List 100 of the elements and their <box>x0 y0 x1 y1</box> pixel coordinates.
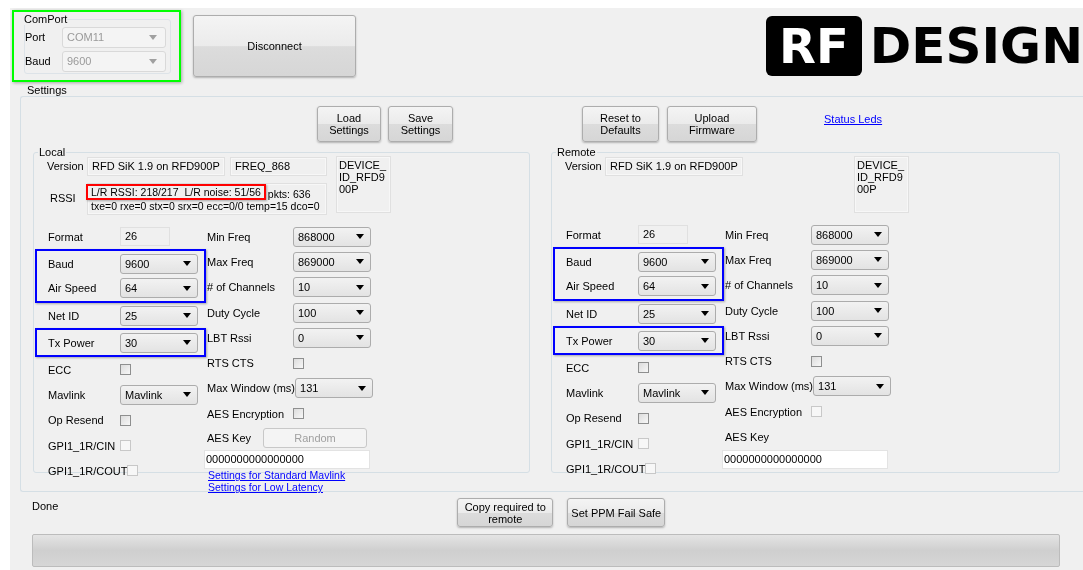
settings-button[interactable]: Save Settings <box>388 106 453 142</box>
dropdown[interactable]: 131 <box>813 376 891 397</box>
field-label: RTS CTS <box>207 357 255 370</box>
version-field: RFD SiK 1.9 on RFD900P <box>87 157 225 176</box>
rssi-highlight: L/R RSSI: 218/217 L/R noise: 51/56 <box>86 184 266 200</box>
group-title: Settings <box>27 84 68 96</box>
dropdown[interactable]: Mavlink <box>120 384 198 405</box>
field-label: GPI1_1R/COUT <box>566 462 646 475</box>
settings-button[interactable]: Load Settings <box>317 106 381 142</box>
field-label: Format <box>566 228 602 241</box>
checkbox[interactable] <box>638 362 649 374</box>
field-label: Max Freq <box>725 253 773 266</box>
caret-icon <box>356 310 364 316</box>
caret-icon <box>874 232 882 238</box>
field-label: Port <box>25 31 47 43</box>
rssi-text: pkts: 636 <box>267 187 311 200</box>
disconnect-button[interactable]: Disconnect <box>193 15 356 77</box>
frequency-field: FREQ_868 <box>230 157 327 176</box>
caret-icon <box>701 311 709 317</box>
caret-icon <box>701 390 709 396</box>
checkbox[interactable] <box>120 364 131 376</box>
field-label: Duty Cycle <box>207 306 262 319</box>
field-label: Min Freq <box>725 228 770 241</box>
field-label: Air Speed <box>48 282 98 295</box>
checkbox[interactable] <box>811 355 822 367</box>
key-field[interactable]: 0000000000000000 <box>722 450 888 470</box>
field-label: AES Key <box>207 432 253 445</box>
caret-icon <box>149 58 157 64</box>
settings-link[interactable]: Settings for Low Latency <box>208 481 323 494</box>
dropdown[interactable]: 868000 <box>293 226 371 247</box>
field-label: Max Window (ms) <box>725 380 813 393</box>
dropdown[interactable]: 9600 <box>638 251 716 272</box>
field-label: GPI1_1R/CIN <box>566 437 635 450</box>
caret-icon <box>356 234 364 240</box>
status-leds-link[interactable]: Status Leds <box>824 113 883 125</box>
field-label: Version <box>47 159 85 172</box>
dropdown[interactable]: 30 <box>638 330 716 351</box>
settings-button[interactable]: Upload Firmware <box>667 106 757 142</box>
checkbox[interactable] <box>293 357 304 369</box>
field-label: Net ID <box>48 309 81 322</box>
key-field[interactable]: 0000000000000000 <box>204 450 370 470</box>
status-text: Done <box>32 500 59 512</box>
group-title: Remote <box>556 147 597 158</box>
caret-icon <box>701 338 709 344</box>
dropdown[interactable]: 869000 <box>293 251 371 272</box>
dropdown[interactable]: 131 <box>295 378 373 399</box>
caret-icon <box>356 259 364 265</box>
field-label: Max Window (ms) <box>207 382 295 395</box>
device-field: DEVICE_ID_RFD900P <box>854 156 909 213</box>
format-field[interactable]: 26 <box>638 225 688 245</box>
device-field: DEVICE_ID_RFD900P <box>336 156 391 213</box>
field-label: Baud <box>25 55 52 67</box>
field-label: Op Resend <box>48 414 105 427</box>
action-button[interactable]: Set PPM Fail Safe <box>567 498 666 527</box>
checkbox[interactable] <box>638 412 649 424</box>
format-field[interactable]: 26 <box>120 227 170 247</box>
dropdown[interactable]: 64 <box>120 278 198 299</box>
caret-icon <box>701 259 709 265</box>
dropdown[interactable]: 25 <box>120 305 198 326</box>
field-label: LBT Rssi <box>725 329 771 342</box>
field-label: RSSI <box>50 191 77 204</box>
field-label: Min Freq <box>207 230 252 243</box>
field-label: Max Freq <box>207 255 255 268</box>
field-label: Tx Power <box>48 336 96 349</box>
settings-button[interactable]: Reset to Defaults <box>582 106 659 142</box>
dropdown[interactable]: 0 <box>811 325 889 346</box>
dropdown[interactable]: 869000 <box>811 249 889 270</box>
field-label: AES Key <box>725 431 771 444</box>
field-label: Baud <box>48 257 75 270</box>
checkbox[interactable] <box>120 414 131 426</box>
dropdown[interactable]: 100 <box>811 300 889 321</box>
dropdown[interactable]: Mavlink <box>638 382 716 403</box>
caret-icon <box>183 340 191 346</box>
dropdown[interactable]: 100 <box>293 302 371 323</box>
logo: RF DESIGN <box>765 15 1083 77</box>
group-title: Local <box>38 147 67 158</box>
dropdown[interactable]: 10 <box>811 275 889 296</box>
caret-icon <box>183 261 191 267</box>
caret-icon <box>874 333 882 339</box>
field-label: Mavlink <box>566 386 605 399</box>
settings-link[interactable]: Settings for Standard Mavlink <box>208 469 346 482</box>
dropdown[interactable]: 64 <box>638 276 716 297</box>
version-field: RFD SiK 1.9 on RFD900P <box>605 157 743 176</box>
checkbox[interactable] <box>293 408 304 420</box>
field-label: AES Encryption <box>207 407 286 420</box>
dropdown[interactable]: 30 <box>120 332 198 353</box>
field-label: Mavlink <box>48 388 87 401</box>
dropdown[interactable]: 0 <box>293 327 371 348</box>
dropdown[interactable]: 9600 <box>120 253 198 274</box>
action-button[interactable]: Copy required to remote <box>457 498 554 527</box>
dropdown[interactable]: 10 <box>293 277 371 298</box>
caret-icon <box>874 282 882 288</box>
field-label: Version <box>565 159 603 172</box>
caret-icon <box>874 308 882 314</box>
field-label: ECC <box>566 361 591 374</box>
rssi-text: txe=0 rxe=0 stx=0 srx=0 ecc=0/0 temp=15 dco=0 <box>91 200 321 212</box>
caret-icon <box>356 335 364 341</box>
dropdown[interactable]: 25 <box>638 303 716 324</box>
dropdown[interactable]: 868000 <box>811 224 889 245</box>
field-label: GPI1_1R/COUT <box>48 464 128 477</box>
